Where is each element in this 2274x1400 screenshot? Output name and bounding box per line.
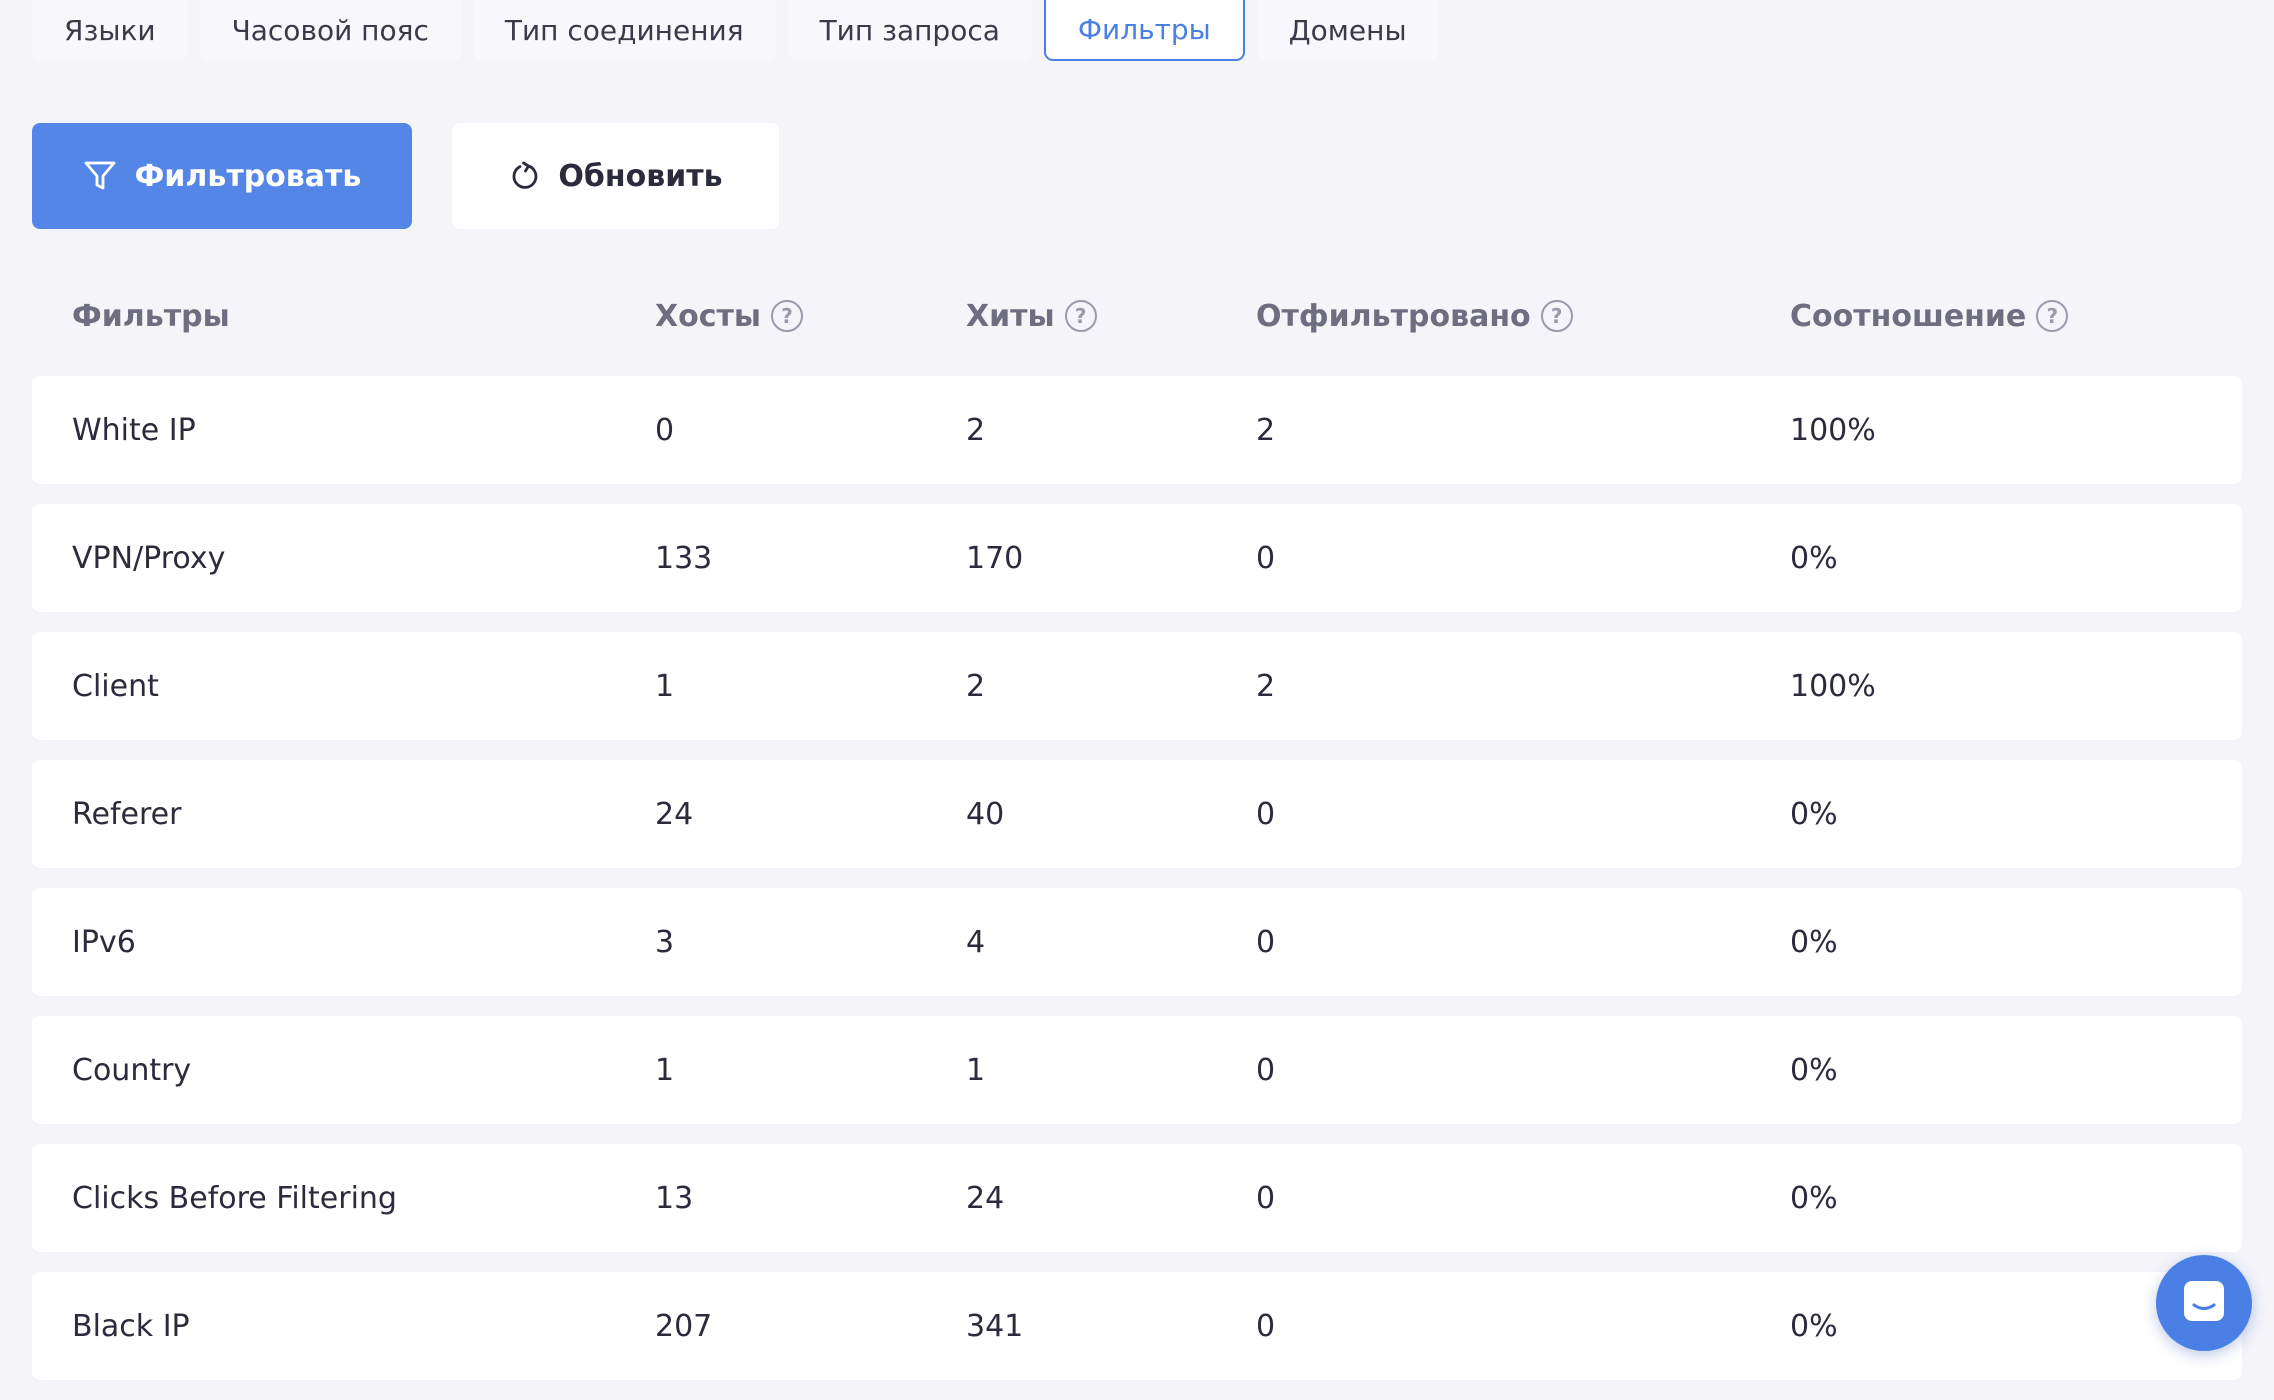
column-header-filtered[interactable]: Отфильтровано ?: [1256, 286, 1573, 346]
hosts-cell: 24: [655, 796, 694, 832]
filtered-cell: 2: [1256, 412, 1276, 448]
table-row[interactable]: White IP 0 2 2 100%: [32, 376, 2242, 484]
tab-languages[interactable]: Языки: [32, 0, 188, 61]
help-icon[interactable]: ?: [771, 300, 804, 332]
filter-name-cell: VPN/Proxy: [72, 540, 226, 576]
filtered-cell: 0: [1256, 1180, 1276, 1216]
table-row[interactable]: Referer 24 40 0 0%: [32, 760, 2242, 868]
ratio-cell: 0%: [1790, 924, 1838, 960]
hits-cell: 341: [966, 1308, 1024, 1344]
table-row[interactable]: Country 1 1 0 0%: [32, 1016, 2242, 1124]
filtered-cell: 0: [1256, 1052, 1276, 1088]
filter-name-cell: White IP: [72, 412, 196, 448]
hosts-cell: 3: [655, 924, 675, 960]
hosts-cell: 207: [655, 1308, 713, 1344]
filter-button-label: Фильтровать: [134, 158, 362, 194]
column-header-hosts[interactable]: Хосты ?: [655, 286, 804, 346]
filtered-cell: 0: [1256, 924, 1276, 960]
column-header-label: Хосты: [655, 298, 762, 334]
filter-name-cell: IPv6: [72, 924, 136, 960]
column-header-filters[interactable]: Фильтры: [72, 286, 230, 346]
hits-cell: 2: [966, 668, 986, 704]
tab-filters[interactable]: Фильтры: [1043, 0, 1245, 61]
table-header: Фильтры Хосты ? Хиты ? Отфильтровано ? С…: [32, 286, 2242, 346]
filter-name-cell: Country: [72, 1052, 192, 1088]
ratio-cell: 0%: [1790, 1052, 1838, 1088]
tab-connection-type[interactable]: Тип соединения: [472, 0, 776, 61]
hits-cell: 40: [966, 796, 1005, 832]
column-header-label: Хиты: [966, 298, 1055, 334]
column-header-ratio[interactable]: Соотношение ?: [1790, 286, 2069, 346]
hits-cell: 1: [966, 1052, 986, 1088]
hosts-cell: 0: [655, 412, 675, 448]
funnel-icon: [83, 159, 117, 193]
hosts-cell: 1: [655, 1052, 675, 1088]
hits-cell: 24: [966, 1180, 1005, 1216]
column-header-label: Соотношение: [1790, 298, 2027, 334]
filter-name-cell: Client: [72, 668, 159, 704]
filter-button[interactable]: Фильтровать: [32, 123, 412, 229]
tab-timezone[interactable]: Часовой пояс: [199, 0, 461, 61]
hosts-cell: 13: [655, 1180, 694, 1216]
hits-cell: 4: [966, 924, 986, 960]
ratio-cell: 0%: [1790, 796, 1838, 832]
chat-button[interactable]: [2156, 1255, 2252, 1351]
refresh-icon: [508, 160, 540, 192]
hits-cell: 170: [966, 540, 1024, 576]
chat-icon: [2180, 1277, 2228, 1329]
table-row[interactable]: VPN/Proxy 133 170 0 0%: [32, 504, 2242, 612]
ratio-cell: 100%: [1790, 412, 1876, 448]
table-row[interactable]: Black IP 207 341 0 0%: [32, 1272, 2242, 1380]
filters-table-body: White IP 0 2 2 100% VPN/Proxy 133 170 0 …: [32, 376, 2242, 1400]
column-header-label: Отфильтровано: [1256, 298, 1531, 334]
help-icon[interactable]: ?: [1540, 300, 1573, 332]
filter-name-cell: Clicks Before Filtering: [72, 1180, 397, 1216]
table-row[interactable]: IPv6 3 4 0 0%: [32, 888, 2242, 996]
ratio-cell: 0%: [1790, 540, 1838, 576]
hosts-cell: 1: [655, 668, 675, 704]
help-icon[interactable]: ?: [1064, 300, 1097, 332]
refresh-button[interactable]: Обновить: [452, 123, 779, 229]
tab-request-type[interactable]: Тип запроса: [787, 0, 1032, 61]
table-row[interactable]: Clicks Before Filtering 13 24 0 0%: [32, 1144, 2242, 1252]
ratio-cell: 0%: [1790, 1180, 1838, 1216]
help-icon[interactable]: ?: [2036, 300, 2069, 332]
tab-domains[interactable]: Домены: [1256, 0, 1439, 61]
hosts-cell: 133: [655, 540, 713, 576]
hits-cell: 2: [966, 412, 986, 448]
filter-name-cell: Black IP: [72, 1308, 190, 1344]
table-row[interactable]: Client 1 2 2 100%: [32, 632, 2242, 740]
column-header-label: Фильтры: [72, 298, 230, 334]
tab-bar: Языки Часовой пояс Тип соединения Тип за…: [32, 0, 1439, 61]
column-header-hits[interactable]: Хиты ?: [966, 286, 1097, 346]
refresh-button-label: Обновить: [558, 158, 723, 194]
filtered-cell: 0: [1256, 540, 1276, 576]
filtered-cell: 2: [1256, 668, 1276, 704]
filtered-cell: 0: [1256, 1308, 1276, 1344]
filter-name-cell: Referer: [72, 796, 182, 832]
ratio-cell: 0%: [1790, 1308, 1838, 1344]
ratio-cell: 100%: [1790, 668, 1876, 704]
filtered-cell: 0: [1256, 796, 1276, 832]
